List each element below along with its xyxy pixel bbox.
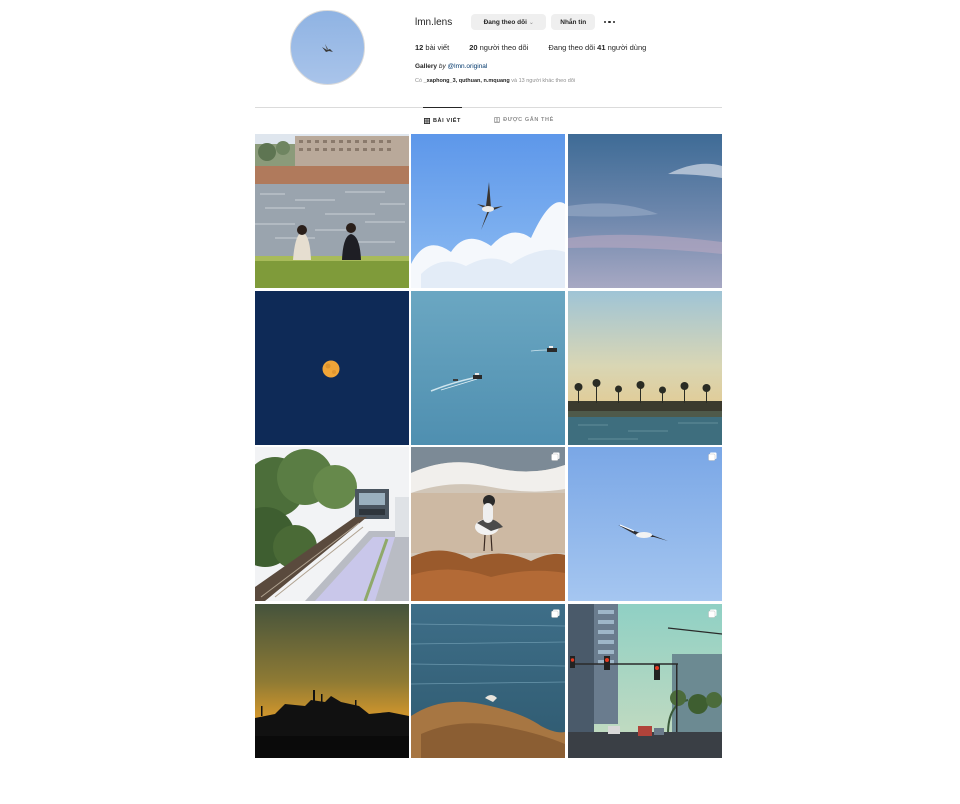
profile-top-row: lmn.lens Đang theo dõi ⌄ Nhắn tin	[415, 14, 615, 30]
seagull-clouds-photo	[411, 134, 565, 288]
palm-shoreline-photo	[568, 291, 722, 445]
tab-posts[interactable]: BÀI VIẾT	[423, 107, 462, 133]
bio-link[interactable]: @lmn.original	[448, 63, 488, 70]
full-moon-photo	[255, 291, 409, 445]
profile-bio: Gallery by @lmn.original	[415, 63, 487, 70]
followed-by[interactable]: Có _xaphong_3, quthuan, n.mquang và 13 n…	[415, 78, 575, 84]
post-couple-by-lake[interactable]	[255, 134, 409, 288]
post-city-street-traffic-lights[interactable]	[568, 604, 722, 758]
post-bird-on-rock[interactable]	[411, 604, 565, 758]
post-palm-shoreline[interactable]	[568, 291, 722, 445]
profile-tabs: BÀI VIẾT ĐƯỢC GẮN THẺ	[255, 107, 722, 133]
followers-stat[interactable]: 20 người theo dõi	[469, 43, 528, 52]
gull-on-beach-photo	[411, 447, 565, 601]
post-seagull-clouds[interactable]	[411, 134, 565, 288]
post-gull-flying-sky[interactable]	[568, 447, 722, 601]
tagged-icon	[494, 117, 501, 123]
more-horizontal-icon[interactable]	[604, 14, 615, 30]
bird-on-rock-photo	[411, 604, 565, 758]
bio-by: by	[437, 63, 448, 70]
post-full-moon[interactable]	[255, 291, 409, 445]
post-gull-on-beach[interactable]	[411, 447, 565, 601]
post-train-station[interactable]	[255, 447, 409, 601]
username: lmn.lens	[415, 16, 453, 28]
city-street-traffic-lights-photo	[568, 604, 722, 758]
post-boats-sea[interactable]	[411, 291, 565, 445]
boats-sea-photo	[411, 291, 565, 445]
following-button[interactable]: Đang theo dõi ⌄	[471, 14, 547, 30]
multiple-photos-icon	[708, 609, 717, 618]
multiple-photos-icon	[551, 609, 560, 618]
multiple-photos-icon	[708, 452, 717, 461]
following-stat[interactable]: Đang theo dõi 41 người dùng	[548, 43, 646, 52]
gull-flying-sky-photo	[568, 447, 722, 601]
seagull-avatar-icon	[322, 44, 333, 52]
posts-stat: 12 bài viết	[415, 43, 450, 52]
post-sunset-silhouette[interactable]	[255, 604, 409, 758]
profile-header: lmn.lens Đang theo dõi ⌄ Nhắn tin 12 bài…	[0, 0, 960, 108]
tab-tagged[interactable]: ĐƯỢC GẮN THẺ	[492, 107, 556, 133]
profile-stats: 12 bài viết 20 người theo dõi Đang theo …	[415, 43, 666, 52]
chevron-down-icon: ⌄	[528, 19, 534, 26]
multiple-photos-icon	[551, 452, 560, 461]
tab-posts-label: BÀI VIẾT	[432, 117, 462, 124]
train-station-photo	[255, 447, 409, 601]
grid-icon	[423, 117, 430, 124]
profile-avatar[interactable]	[290, 10, 365, 85]
tab-tagged-label: ĐƯỢC GẮN THẺ	[503, 117, 554, 123]
followed-by-names: _xaphong_3, quthuan, n.mquang	[423, 78, 510, 84]
posts-grid	[255, 134, 722, 758]
evening-sky-photo	[568, 134, 722, 288]
following-button-label: Đang theo dõi	[483, 18, 527, 26]
couple-by-lake-photo	[255, 134, 409, 288]
sunset-silhouette-photo	[255, 604, 409, 758]
post-evening-sky[interactable]	[568, 134, 722, 288]
bio-name: Gallery	[415, 63, 438, 70]
message-button[interactable]: Nhắn tin	[551, 14, 596, 30]
